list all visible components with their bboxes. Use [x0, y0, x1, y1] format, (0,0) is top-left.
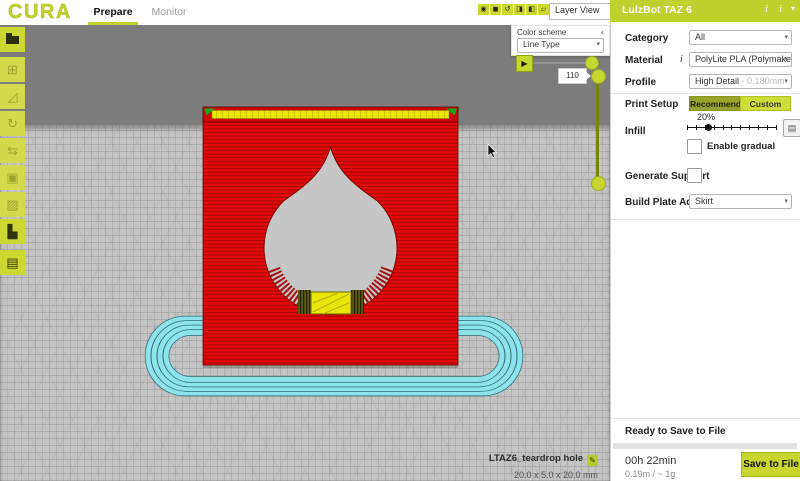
- arrange-icon: ▤: [6, 255, 18, 270]
- view-right-icon[interactable]: ◧: [526, 4, 537, 15]
- infill-percentage: 20%: [697, 112, 715, 122]
- color-scheme-dropdown[interactable]: Line Type: [517, 38, 604, 53]
- per-model-settings-icon: ▣: [6, 170, 18, 185]
- adhesion-dropdown[interactable]: Skirt: [689, 194, 792, 209]
- open-folder-icon: [6, 36, 19, 44]
- profile-dropdown[interactable]: High Detail - 0.180mm: [689, 74, 792, 89]
- color-scheme-label: Color scheme ‹: [512, 26, 609, 38]
- view-3d-icon[interactable]: ◉: [478, 4, 489, 15]
- print-setup-label: Print Setup: [625, 99, 678, 110]
- simulation-slider-track[interactable]: [534, 62, 590, 64]
- infill-slider[interactable]: [687, 123, 777, 132]
- divider: [611, 418, 800, 419]
- save-status-text: Ready to Save to File: [625, 426, 726, 437]
- mesh-type-icon: ▙: [8, 224, 18, 239]
- simulation-play-button[interactable]: ▶: [516, 55, 533, 72]
- profile-layer-height: - 0.180mm: [739, 76, 785, 86]
- layer-slider-top-handle[interactable]: [591, 69, 606, 84]
- rotate-tool-button[interactable]: ↻: [0, 111, 25, 136]
- material-info-icon[interactable]: i: [680, 54, 683, 65]
- simulation-slider-handle[interactable]: [585, 56, 599, 70]
- category-value: All: [695, 32, 705, 42]
- machine-header[interactable]: LulzBot TAZ 6 i i ▾: [610, 0, 800, 22]
- move-tool-button[interactable]: ⊞: [0, 57, 25, 82]
- infill-pattern-icon: ▤: [788, 123, 797, 133]
- settings-panel: Category All Material i PolyLite PLA (Po…: [610, 22, 800, 481]
- material-dropdown[interactable]: PolyLite PLA (Polymaker): [689, 52, 792, 67]
- arrange-button[interactable]: ▤: [0, 250, 25, 275]
- open-file-button[interactable]: [0, 27, 25, 52]
- edit-job-name-icon[interactable]: ✎: [587, 455, 598, 466]
- infill-label: Infill: [625, 126, 646, 137]
- color-scheme-value: Line Type: [523, 39, 560, 49]
- top-bar: CURA Prepare Monitor ◉ ◼ ↺ ◨ ◧ ▱ Layer V…: [0, 0, 610, 25]
- model-teardrop-block[interactable]: [203, 107, 458, 368]
- profile-value: High Detail: [695, 76, 739, 86]
- infill-pattern-button[interactable]: ▤: [783, 119, 800, 137]
- print-time-estimate: 00h 22min: [625, 455, 676, 467]
- job-info: LTAZ6_teardrop hole ✎ 20.0 x 5.0 x 20.0 m…: [440, 448, 598, 480]
- mirror-tool-button[interactable]: ⇆: [0, 138, 25, 163]
- layer-slider-bottom-handle[interactable]: [591, 176, 606, 191]
- layer-slider-track[interactable]: [596, 75, 599, 182]
- adhesion-value: Skirt: [695, 196, 713, 206]
- tab-recommended[interactable]: Recommended: [689, 96, 740, 111]
- camera-view-toolbar: ◉ ◼ ↺ ◨ ◧ ▱: [478, 4, 549, 15]
- mouse-cursor: [488, 144, 496, 158]
- divider: [611, 219, 800, 220]
- material-usage-estimate: 0.19m / ~ 1g: [625, 469, 675, 479]
- layer-number-value: 110: [566, 71, 579, 80]
- cura-logo: CURA: [8, 1, 72, 24]
- view-front-icon[interactable]: ◼: [490, 4, 501, 15]
- enable-gradual-label: Enable gradual: [707, 141, 775, 152]
- machine-settings-icon[interactable]: i: [779, 3, 782, 15]
- tab-custom[interactable]: Custom: [740, 96, 791, 111]
- collapse-panel-icon[interactable]: ‹: [601, 27, 604, 37]
- model-dimensions: 20.0 x 5.0 x 20.0 mm: [440, 470, 598, 480]
- play-icon: ▶: [521, 59, 527, 68]
- bridge-skin: [311, 292, 351, 314]
- view-mode-value: Layer View: [555, 5, 599, 15]
- machine-name: LulzBot TAZ 6: [622, 4, 692, 16]
- tab-active-underline: [88, 22, 138, 25]
- category-label: Category: [625, 33, 668, 44]
- material-value: PolyLite PLA (Polymaker): [695, 54, 792, 64]
- per-model-settings-button[interactable]: ▣: [0, 165, 25, 190]
- tab-prepare-label: Prepare: [93, 6, 132, 18]
- viewport-3d[interactable]: ⊞ ◿ ↻ ⇆ ▣ ▨ ▙ ▤ Color scheme ‹ Line Type…: [0, 25, 610, 481]
- profile-label: Profile: [625, 77, 656, 88]
- tab-prepare[interactable]: Prepare: [88, 0, 138, 25]
- category-dropdown[interactable]: All: [689, 30, 792, 45]
- tab-monitor[interactable]: Monitor: [144, 0, 194, 25]
- cura-window: CURA Prepare Monitor ◉ ◼ ↺ ◨ ◧ ▱ Layer V…: [0, 0, 800, 481]
- divider: [611, 93, 800, 94]
- scale-tool-button[interactable]: ◿: [0, 84, 25, 109]
- move-tool-icon: ⊞: [7, 62, 18, 77]
- generate-support-checkbox[interactable]: [687, 168, 702, 183]
- sliced-model-scene[interactable]: [0, 25, 610, 481]
- view-top-icon[interactable]: ▱: [538, 4, 549, 15]
- machine-info-icon[interactable]: i: [765, 3, 768, 15]
- infill-slider-handle[interactable]: [705, 124, 712, 131]
- scale-tool-icon: ◿: [8, 89, 18, 104]
- view-left-icon[interactable]: ◨: [514, 4, 525, 15]
- slice-progress-bar: [613, 443, 797, 449]
- mesh-type-button[interactable]: ▙: [0, 219, 25, 244]
- support-blocker-icon: ▨: [6, 197, 18, 212]
- enable-gradual-checkbox[interactable]: [687, 139, 702, 154]
- layer-number-tooltip: 110: [558, 68, 587, 84]
- chevron-down-icon: ▾: [791, 4, 795, 13]
- rotate-tool-icon: ↻: [7, 116, 18, 131]
- material-label: Material: [625, 55, 663, 66]
- save-to-file-button[interactable]: Save to File: [741, 452, 800, 477]
- tab-monitor-label: Monitor: [151, 6, 186, 18]
- mirror-tool-icon: ⇆: [7, 143, 18, 158]
- support-blocker-button[interactable]: ▨: [0, 192, 25, 217]
- color-scheme-panel: Color scheme ‹ Line Type: [511, 25, 610, 56]
- view-rotate-icon[interactable]: ↺: [502, 4, 513, 15]
- job-name: LTAZ6_teardrop hole: [489, 453, 583, 464]
